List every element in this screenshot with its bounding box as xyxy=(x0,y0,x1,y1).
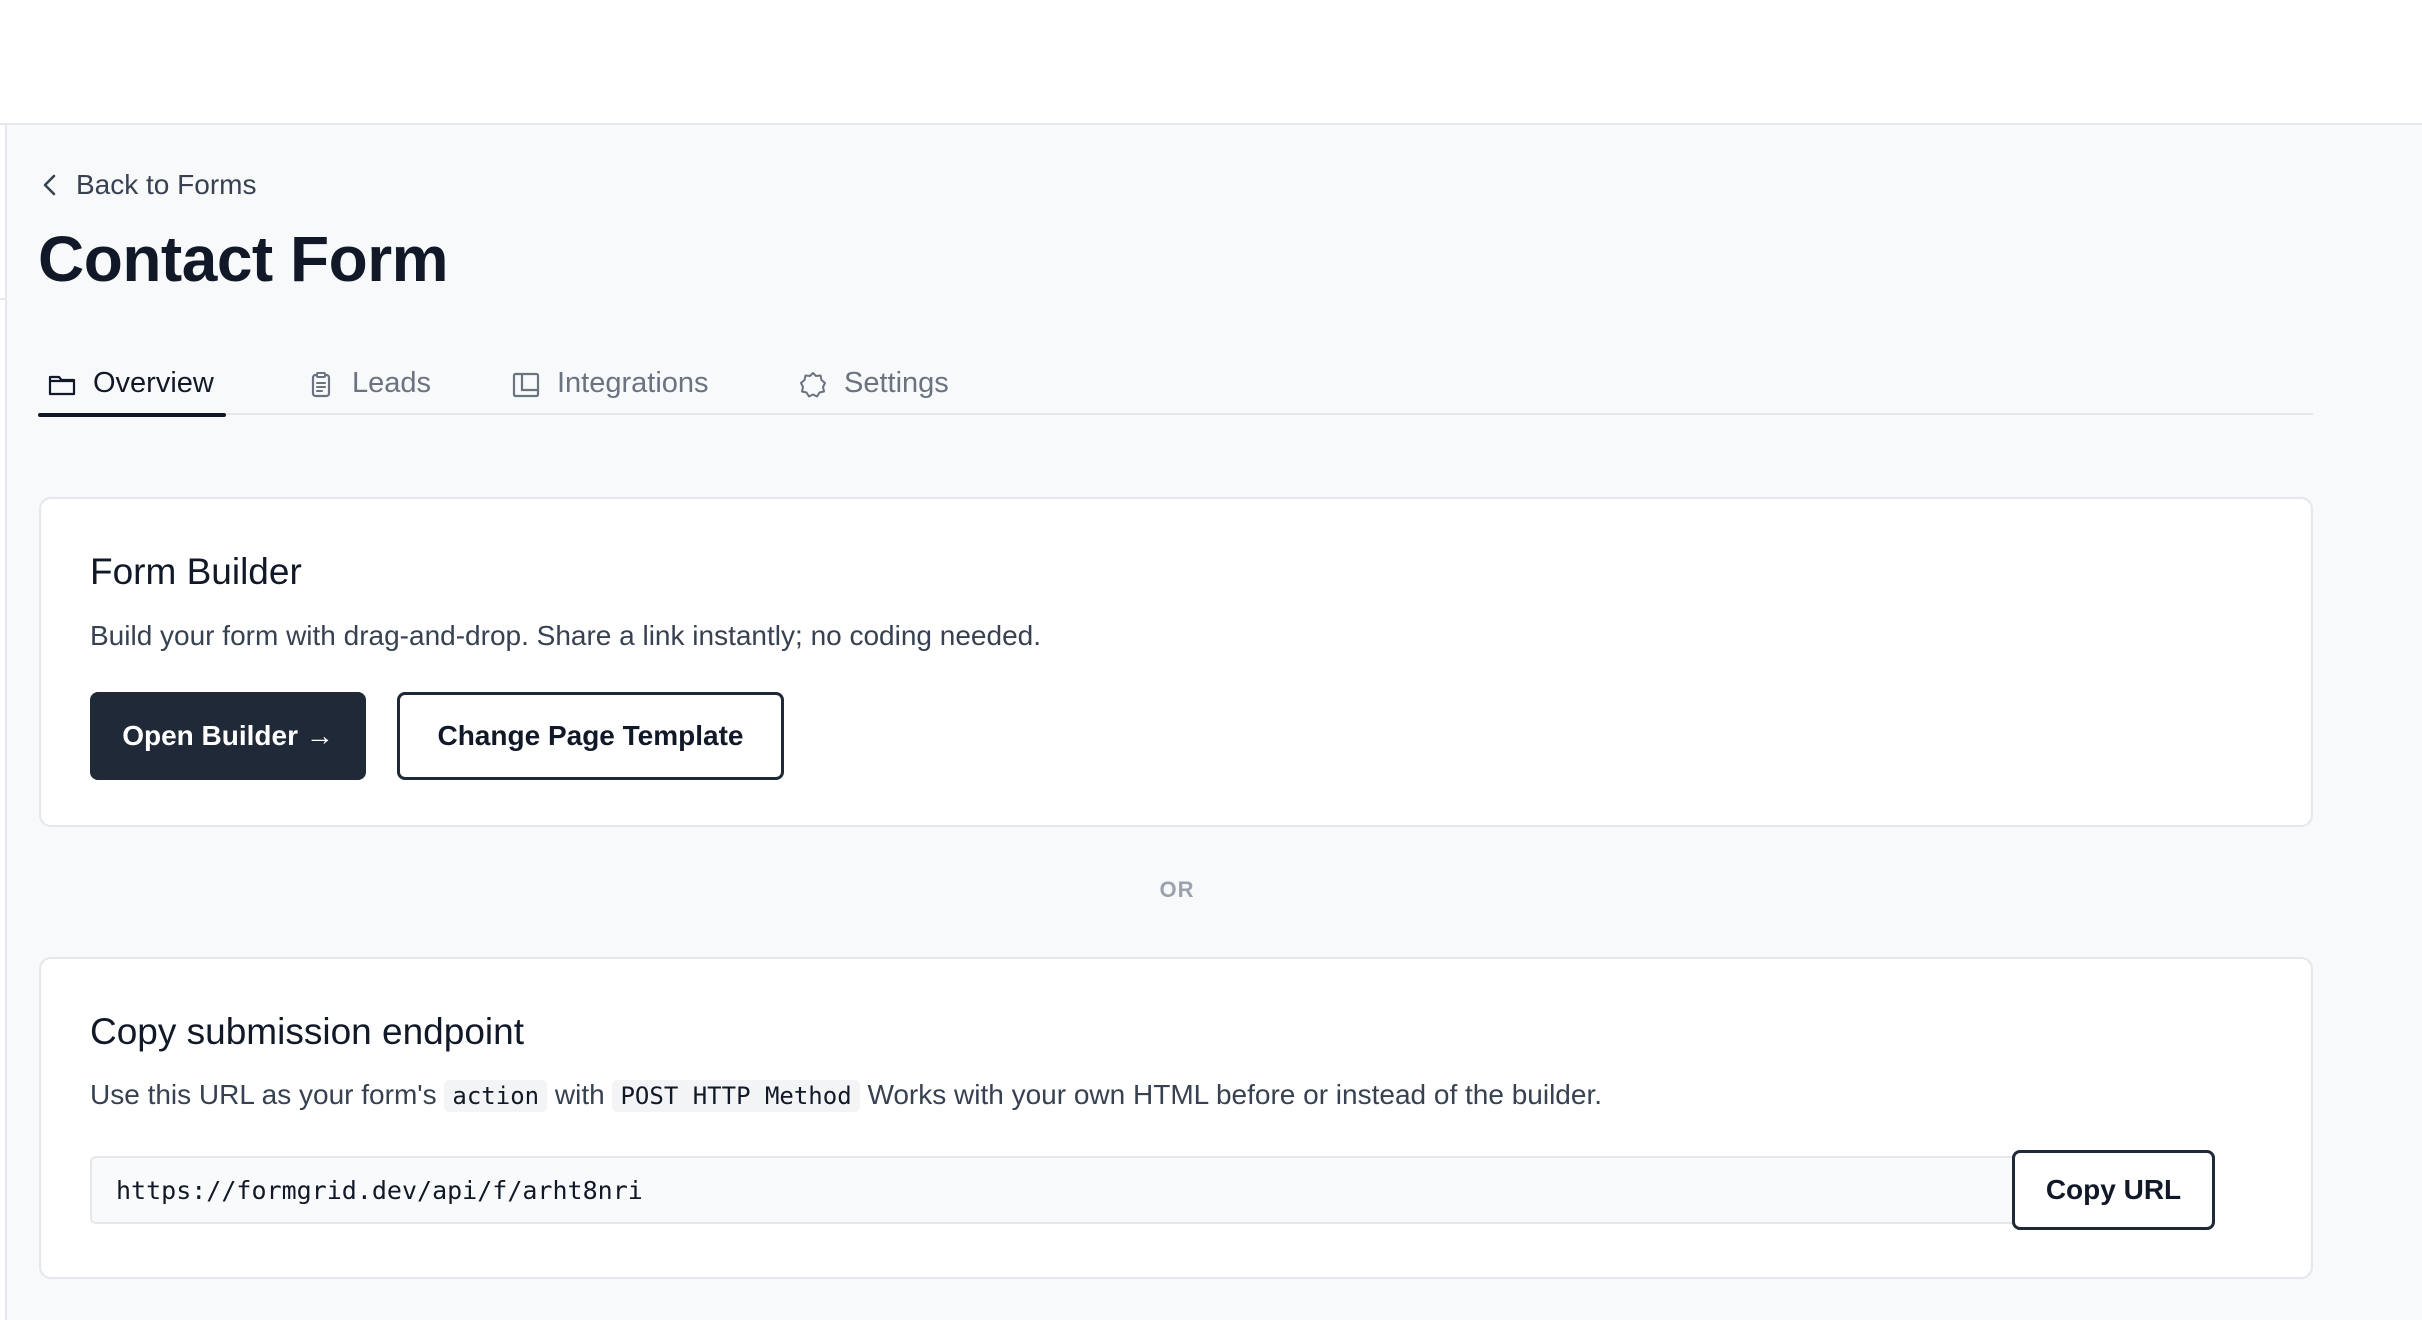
action-code: action xyxy=(444,1080,548,1112)
tab-integrations[interactable]: Integrations xyxy=(511,357,751,415)
clipboard-icon xyxy=(311,372,331,398)
endpoint-desc-text-1: Use this URL as your form's xyxy=(90,1079,437,1110)
endpoint-desc-text-2: with xyxy=(554,1079,605,1110)
submission-endpoint-card: Copy submission endpoint Use this URL as… xyxy=(39,957,2313,1279)
tab-leads[interactable]: Leads xyxy=(306,357,466,415)
tab-overview-label: Overview xyxy=(93,367,214,399)
main-content: Back to Forms Contact Form Overview Lead… xyxy=(7,125,2422,1320)
copy-url-button[interactable]: Copy URL xyxy=(2012,1150,2215,1230)
endpoint-title: Copy submission endpoint xyxy=(90,1011,524,1052)
sidebar-edge xyxy=(0,125,7,1320)
change-page-template-button[interactable]: Change Page Template xyxy=(397,692,784,780)
or-divider: OR xyxy=(1159,877,1195,902)
post-method-code: POST HTTP Method xyxy=(612,1080,860,1112)
back-to-forms-link[interactable]: Back to Forms xyxy=(40,167,256,203)
folder-icon xyxy=(48,375,76,396)
tab-overview[interactable]: Overview xyxy=(38,357,226,417)
page-title: Contact Form xyxy=(38,223,449,295)
tab-settings-label: Settings xyxy=(844,367,949,399)
open-builder-button[interactable]: Open Builder → xyxy=(90,692,366,780)
layout-icon xyxy=(512,372,540,398)
gear-icon xyxy=(800,372,826,398)
tab-integrations-label: Integrations xyxy=(557,367,709,399)
chevron-left-icon xyxy=(43,174,56,196)
top-bar xyxy=(0,0,2422,125)
tab-bar: Overview Leads Integrations Settings xyxy=(38,357,2313,417)
form-builder-title: Form Builder xyxy=(90,551,302,592)
form-builder-card: Form Builder Build your form with drag-a… xyxy=(39,497,2313,827)
endpoint-desc-text-3: Works with your own HTML before or inste… xyxy=(867,1079,1602,1110)
tab-leads-label: Leads xyxy=(352,367,432,399)
endpoint-url-field[interactable] xyxy=(90,1156,2045,1224)
form-builder-description: Build your form with drag-and-drop. Shar… xyxy=(90,620,1041,651)
sidebar-divider xyxy=(0,298,7,300)
endpoint-description: Use this URL as your form's action with … xyxy=(90,1079,1602,1112)
tab-settings[interactable]: Settings xyxy=(798,357,998,415)
back-link-label: Back to Forms xyxy=(76,169,257,200)
